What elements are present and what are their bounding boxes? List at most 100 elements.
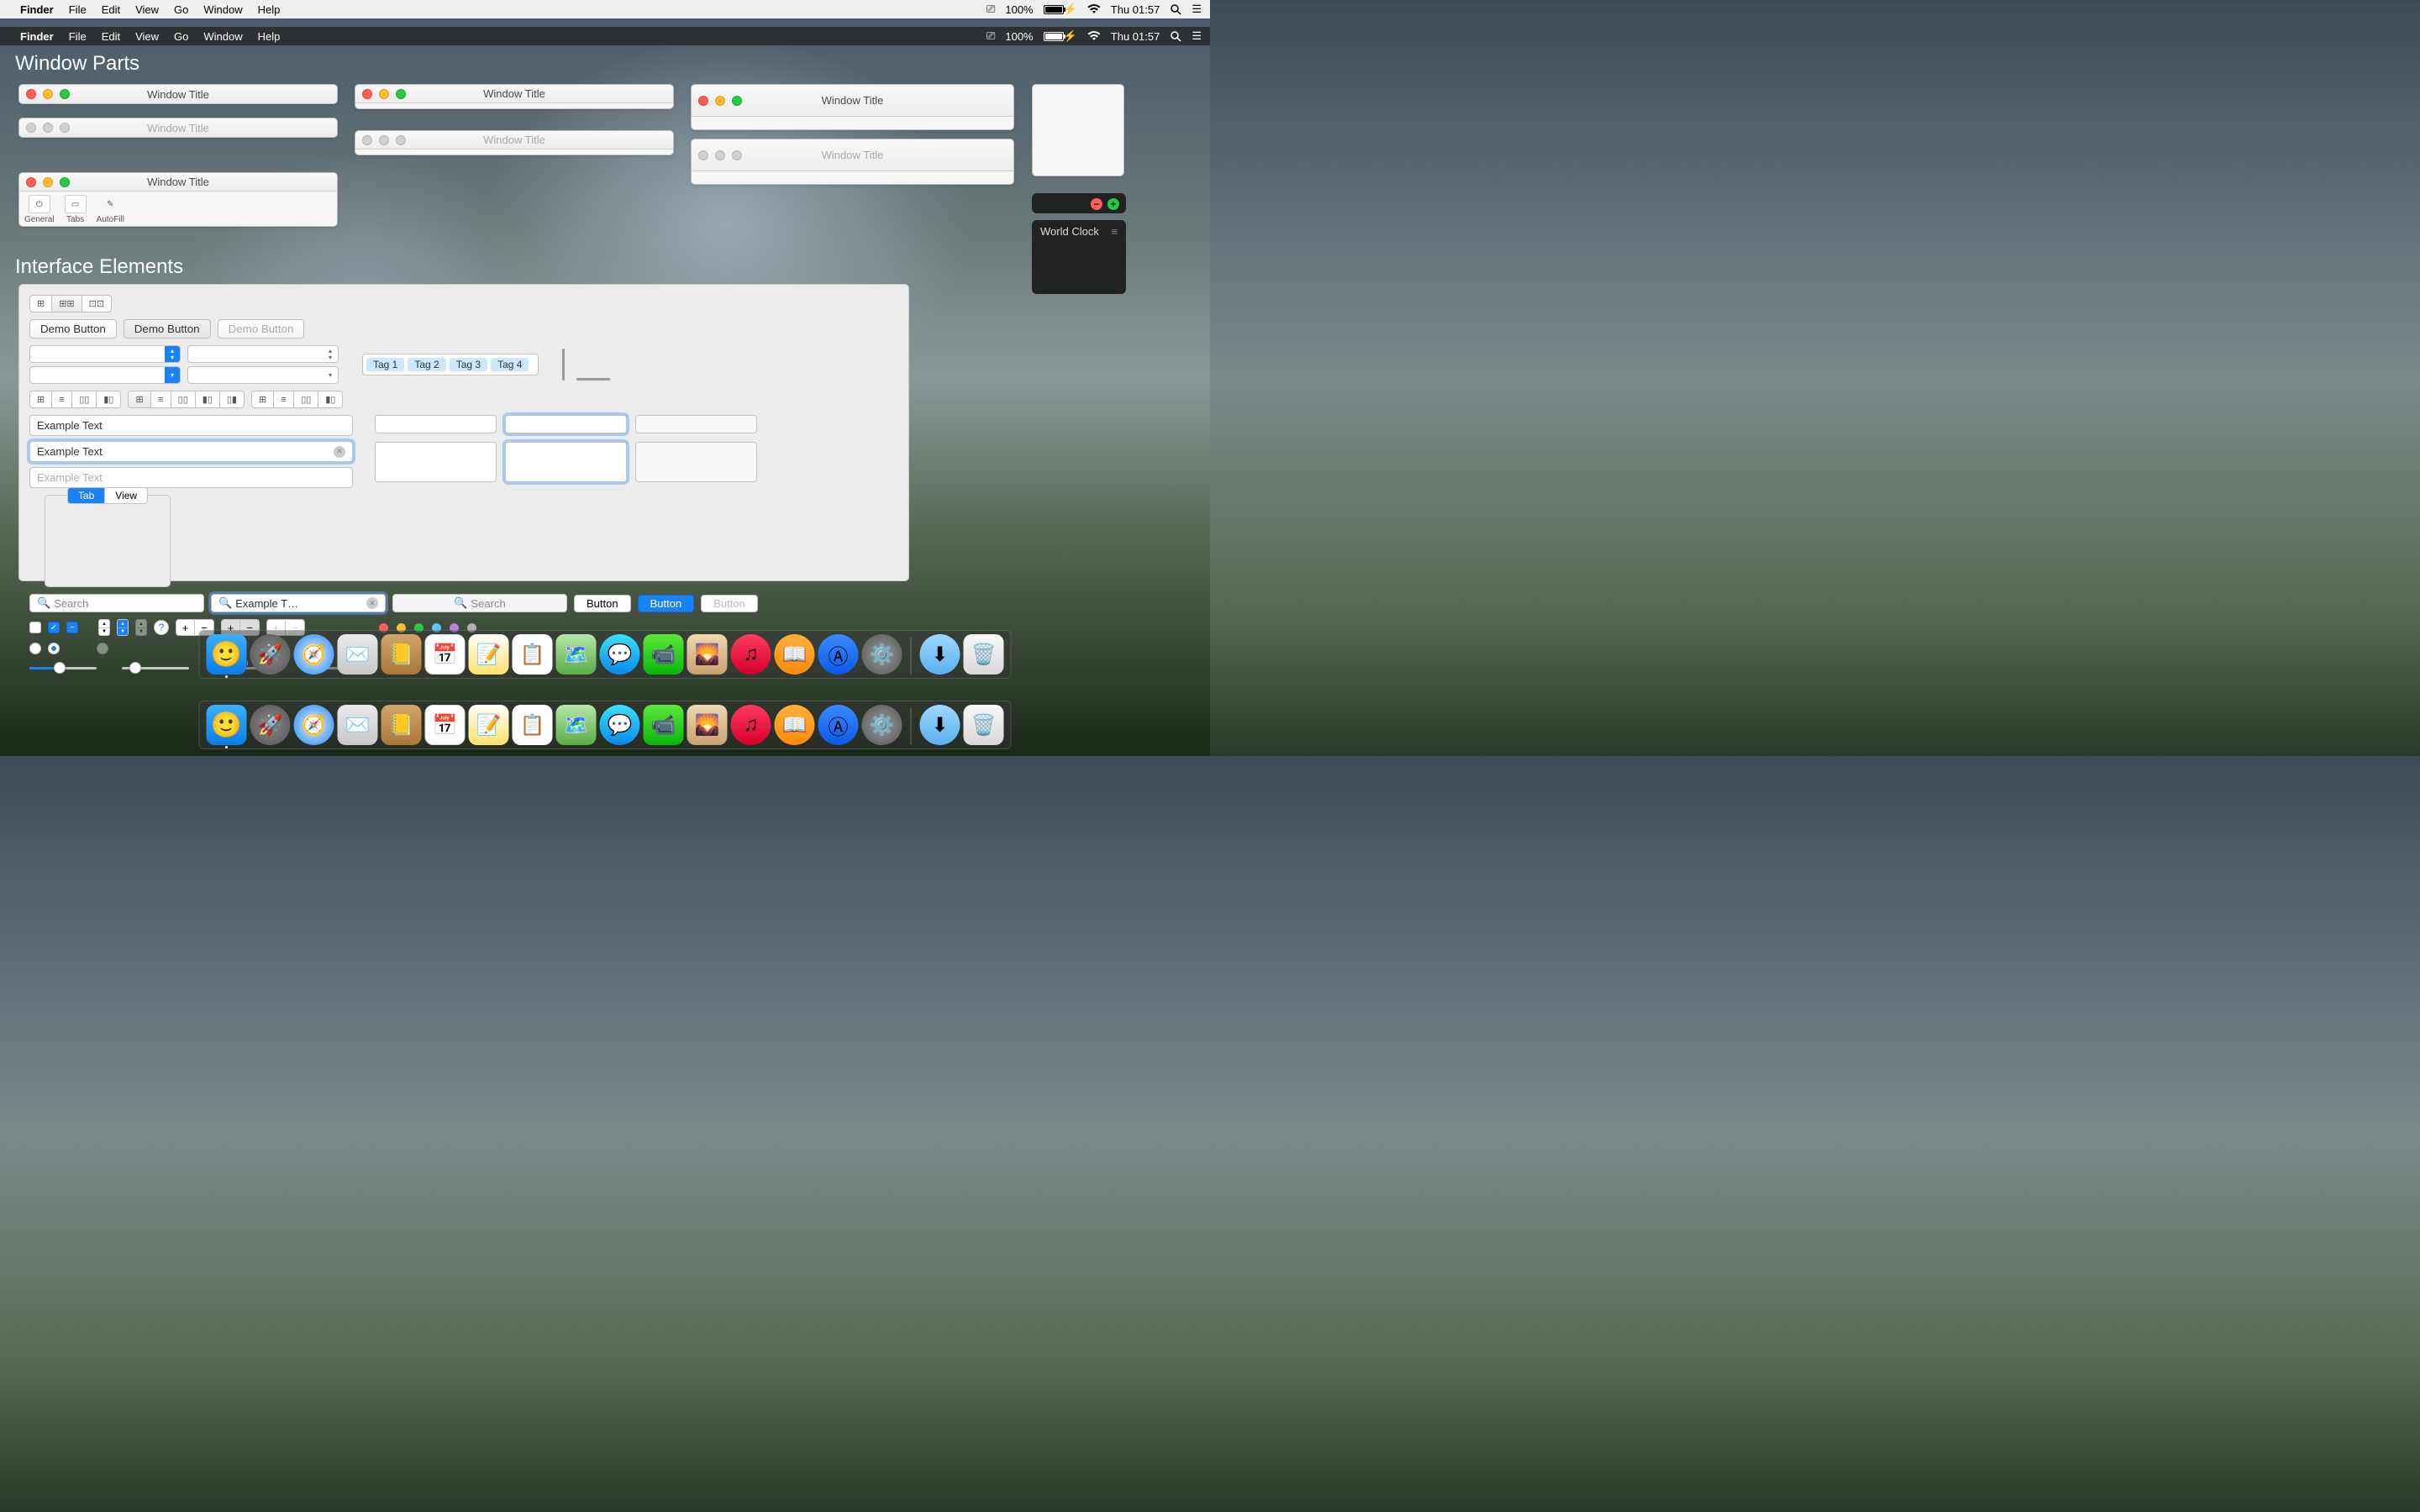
- dock-downloads[interactable]: ⬇: [920, 634, 960, 675]
- tag[interactable]: Tag 2: [408, 358, 445, 371]
- close-icon[interactable]: [698, 150, 708, 160]
- slider-continuous[interactable]: [29, 661, 97, 675]
- battery-icon[interactable]: ⚡: [1044, 3, 1077, 16]
- menu-view[interactable]: View: [135, 30, 159, 43]
- tag[interactable]: Tag 1: [366, 358, 404, 371]
- dock-app-mail[interactable]: ✉️: [338, 634, 378, 675]
- text-input-small[interactable]: [375, 415, 497, 433]
- menu-view[interactable]: View: [135, 3, 159, 16]
- help-button[interactable]: ?: [154, 620, 169, 635]
- dock-app-reminders[interactable]: 📋: [513, 634, 553, 675]
- dock-downloads[interactable]: ⬇: [920, 705, 960, 745]
- radio-on[interactable]: [48, 643, 60, 654]
- spotlight-icon[interactable]: [1170, 3, 1181, 15]
- dock-app-reminders[interactable]: 📋: [513, 705, 553, 745]
- dock-app-contacts[interactable]: 📒: [381, 634, 422, 675]
- notification-center-icon[interactable]: ☰: [1192, 3, 1202, 16]
- clear-icon[interactable]: ✕: [366, 597, 378, 609]
- dock-app-itunes[interactable]: ♫: [731, 705, 771, 745]
- text-field-placeholder[interactable]: Example Text: [29, 467, 353, 488]
- widget-world-clock[interactable]: World Clock≡: [1032, 220, 1126, 294]
- minimize-icon[interactable]: [43, 89, 53, 99]
- dock-app-launchpad[interactable]: 🚀: [250, 705, 291, 745]
- demo-button[interactable]: Demo Button: [29, 319, 117, 339]
- dock-app-photos[interactable]: 🌄: [687, 705, 728, 745]
- dock-app-appstore[interactable]: Ⓐ: [818, 705, 859, 745]
- dock-trash[interactable]: 🗑️: [964, 634, 1004, 675]
- dock-trash[interactable]: 🗑️: [964, 705, 1004, 745]
- dock-app-calendar[interactable]: 📅: [425, 705, 466, 745]
- zoom-icon[interactable]: [396, 135, 406, 145]
- radio-off[interactable]: [29, 643, 41, 654]
- menu-app[interactable]: Finder: [20, 3, 54, 16]
- tab-button-tab[interactable]: Tab: [68, 488, 105, 503]
- dock-app-photos[interactable]: 🌄: [687, 634, 728, 675]
- dock-app-finder[interactable]: 🙂: [207, 705, 247, 745]
- popup-button-blue-2[interactable]: ▾: [29, 366, 181, 384]
- dock-app-launchpad[interactable]: 🚀: [250, 634, 291, 675]
- minimize-icon[interactable]: [43, 123, 53, 133]
- minimize-icon[interactable]: [715, 150, 725, 160]
- view-segmented-3[interactable]: ⊞≡▯▯▮▯: [251, 391, 343, 408]
- dock-app-prefs[interactable]: ⚙️: [862, 634, 902, 675]
- zoom-icon[interactable]: [396, 89, 406, 99]
- airplay-icon[interactable]: ⎚: [986, 3, 995, 16]
- text-area-focused[interactable]: [505, 442, 627, 482]
- checkbox-on[interactable]: ✓: [48, 622, 60, 633]
- dock-app-ibooks[interactable]: 📖: [775, 705, 815, 745]
- zoom-icon[interactable]: [60, 89, 70, 99]
- menu-edit[interactable]: Edit: [102, 3, 120, 16]
- dock-app-ibooks[interactable]: 📖: [775, 634, 815, 675]
- search-field[interactable]: 🔍Search: [29, 594, 204, 612]
- widget-add-icon[interactable]: +: [1107, 198, 1119, 210]
- checkbox-off[interactable]: [29, 622, 41, 633]
- dock-app-safari[interactable]: 🧭: [294, 705, 334, 745]
- clock-text[interactable]: Thu 01:57: [1111, 3, 1160, 16]
- dock-app-calendar[interactable]: 📅: [425, 634, 466, 675]
- close-icon[interactable]: [698, 96, 708, 106]
- window-basic-inactive[interactable]: Window Title: [18, 118, 338, 138]
- tab-button-view[interactable]: View: [105, 488, 147, 503]
- dock-app-contacts[interactable]: 📒: [381, 705, 422, 745]
- scope-seg-3[interactable]: ⊡⊡: [82, 296, 111, 312]
- close-icon[interactable]: [26, 177, 36, 187]
- menu-go[interactable]: Go: [174, 30, 188, 43]
- view-segmented-2[interactable]: ⊞≡▯▯▮▯▯▮: [128, 391, 245, 408]
- window-dialog-inactive[interactable]: Window Title: [355, 130, 674, 155]
- minimize-icon[interactable]: [379, 89, 389, 99]
- dock-app-messages[interactable]: 💬: [600, 634, 640, 675]
- close-icon[interactable]: [26, 89, 36, 99]
- menu-file[interactable]: File: [69, 3, 87, 16]
- zoom-icon[interactable]: [60, 177, 70, 187]
- window-dialog-active[interactable]: Window Title: [355, 84, 674, 109]
- menu-edit[interactable]: Edit: [102, 30, 120, 43]
- hamburger-icon[interactable]: ≡: [1111, 225, 1118, 238]
- text-field-focused[interactable]: Example Text✕: [29, 441, 353, 462]
- stepper[interactable]: ▲▼: [98, 619, 110, 636]
- menu-help[interactable]: Help: [258, 30, 281, 43]
- menu-help[interactable]: Help: [258, 3, 281, 16]
- dock-app-notes[interactable]: 📝: [469, 705, 509, 745]
- menu-app[interactable]: Finder: [20, 30, 54, 43]
- window-borderless[interactable]: [1032, 84, 1124, 176]
- menu-window[interactable]: Window: [203, 3, 242, 16]
- close-icon[interactable]: [362, 89, 372, 99]
- menu-file[interactable]: File: [69, 30, 87, 43]
- dock-app-facetime[interactable]: 📹: [644, 705, 684, 745]
- text-field[interactable]: Example Text: [29, 415, 353, 436]
- token-field[interactable]: Tag 1 Tag 2 Tag 3 Tag 4: [362, 354, 539, 375]
- window-basic-active[interactable]: Window Title: [18, 84, 338, 104]
- minimize-icon[interactable]: [715, 96, 725, 106]
- view-segmented-1[interactable]: ⊞≡▯▯▮▯: [29, 391, 121, 408]
- text-area[interactable]: [375, 442, 497, 482]
- tag[interactable]: Tag 3: [450, 358, 487, 371]
- clear-icon[interactable]: ✕: [334, 446, 345, 458]
- scope-seg-2[interactable]: ⊞⊞: [52, 296, 82, 312]
- clock-text[interactable]: Thu 01:57: [1111, 30, 1160, 43]
- popup-button-gray-1[interactable]: ▴▾: [187, 345, 339, 363]
- spotlight-icon[interactable]: [1170, 30, 1181, 42]
- toolbar-item-autofill[interactable]: ✎AutoFill: [97, 195, 124, 224]
- notification-center-icon[interactable]: ☰: [1192, 29, 1202, 43]
- text-input-small-focused[interactable]: [505, 415, 627, 433]
- wifi-icon[interactable]: [1087, 4, 1101, 14]
